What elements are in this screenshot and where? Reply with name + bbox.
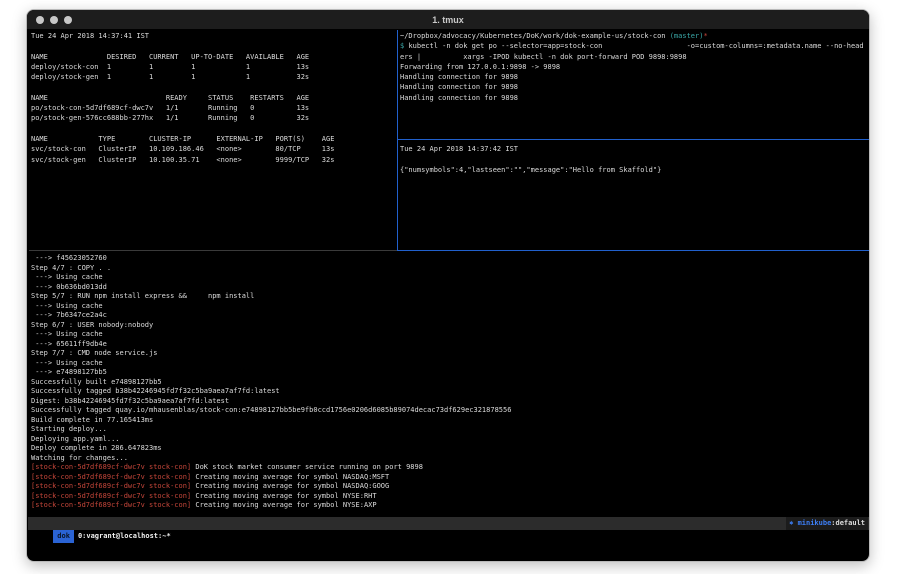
terminal-line: po/stock-gen-576cc688bb-277hx 1/1 Runnin… (31, 113, 395, 123)
terminal-line: [stock-con-5d7df689cf-dwc7v stock-con] D… (31, 463, 869, 473)
terminal-line: Build complete in 77.165413ms (31, 416, 869, 426)
terminal-line: [stock-con-5d7df689cf-dwc7v stock-con] C… (31, 482, 869, 492)
terminal-line (31, 41, 395, 51)
window-titlebar[interactable]: 1. tmux (27, 10, 869, 30)
terminal-line: Watching for changes... (31, 454, 869, 464)
terminal-line: Successfully built e74898127bb5 (31, 378, 869, 388)
cluster-name: minikube (798, 519, 832, 527)
terminal-line: svc/stock-gen ClusterIP 10.100.35.71 <no… (31, 155, 395, 165)
terminal-line: Handling connection for 9898 (400, 72, 869, 82)
terminal-line: Tue 24 Apr 2018 14:37:42 IST (400, 144, 869, 154)
terminal-line: po/stock-con-5d7df689cf-dwc7v 1/1 Runnin… (31, 103, 395, 113)
terminal-line: ~/Dropbox/advocacy/Kubernetes/DoK/work/d… (400, 31, 869, 41)
terminal-line: deploy/stock-gen 1 1 1 1 32s (31, 72, 395, 82)
terminal-line (31, 82, 395, 92)
pane-kubectl-watch[interactable]: Tue 24 Apr 2018 14:37:41 IST NAME DESIRE… (31, 31, 395, 249)
pane-skaffold-build-log[interactable]: ---> f45623052760Step 4/7 : COPY . . ---… (31, 254, 869, 516)
terminal-line: ---> Using cache (31, 302, 869, 312)
terminal-line: ers | xargs -IPOD kubectl -n dok port-fo… (400, 52, 869, 62)
terminal-line: Step 6/7 : USER nobody:nobody (31, 321, 869, 331)
tmux-window-item[interactable]: 0:vagrant@localhost:~* (78, 532, 171, 540)
terminal-line: ---> 0b636bd013dd (31, 283, 869, 293)
terminal-line: Starting deploy... (31, 425, 869, 435)
tmux-status-right: ⎈ minikube:default (786, 517, 868, 530)
terminal-line: [stock-con-5d7df689cf-dwc7v stock-con] C… (31, 492, 869, 502)
pane-divider-horizontal-main-left[interactable] (29, 250, 397, 251)
terminal-line: svc/stock-con ClusterIP 10.109.186.46 <n… (31, 144, 395, 154)
terminal-line: [stock-con-5d7df689cf-dwc7v stock-con] C… (31, 501, 869, 511)
tmux-session-badge[interactable]: dok (53, 530, 74, 543)
terminal-line: Deploy complete in 286.647823ms (31, 444, 869, 454)
terminal-line: ---> Using cache (31, 273, 869, 283)
pane-divider-horizontal-main-right[interactable] (397, 250, 870, 251)
terminal-line: Tue 24 Apr 2018 14:37:41 IST (31, 31, 395, 41)
terminal-line (400, 154, 869, 164)
terminal-line: Successfully tagged b38b42246945fd7f32c5… (31, 387, 869, 397)
desktop-background: 1. tmux Tue 24 Apr 2018 14:37:41 IST NAM… (0, 0, 900, 574)
terminal-line: Digest: b38b42246945fd7f32c5ba9aea7af7fd… (31, 397, 869, 407)
pane-service-output[interactable]: Tue 24 Apr 2018 14:37:42 IST {"numsymbol… (400, 144, 869, 248)
terminal-line: Step 7/7 : CMD node service.js (31, 349, 869, 359)
pane-divider-horizontal-right[interactable] (398, 139, 870, 140)
terminal-line: ---> e74898127bb5 (31, 368, 869, 378)
terminal-line: Successfully tagged quay.io/mhausenblas/… (31, 406, 869, 416)
terminal-line: [stock-con-5d7df689cf-dwc7v stock-con] C… (31, 473, 869, 483)
tmux-status-bar: dok0:vagrant@localhost:~* ⎈ minikube:def… (28, 517, 870, 530)
terminal-line: NAME DESIRED CURRENT UP-TO-DATE AVAILABL… (31, 52, 395, 62)
terminal-line: deploy/stock-con 1 1 1 1 13s (31, 62, 395, 72)
context-name: :default (831, 519, 865, 527)
terminal-window: 1. tmux Tue 24 Apr 2018 14:37:41 IST NAM… (26, 9, 870, 562)
kubernetes-helm-icon: ⎈ (789, 519, 797, 527)
terminal-line: Handling connection for 9898 (400, 93, 869, 103)
terminal-line: NAME TYPE CLUSTER-IP EXTERNAL-IP PORT(S)… (31, 134, 395, 144)
terminal-line (31, 124, 395, 134)
terminal-line: {"numsymbols":4,"lastseen":"","message":… (400, 165, 869, 175)
terminal-line: Handling connection for 9898 (400, 82, 869, 92)
terminal-line: Deploying app.yaml... (31, 435, 869, 445)
pane-port-forward[interactable]: ~/Dropbox/advocacy/Kubernetes/DoK/work/d… (400, 31, 869, 137)
window-title: 1. tmux (27, 10, 869, 30)
terminal-line: ---> Using cache (31, 330, 869, 340)
pane-divider-vertical[interactable] (397, 30, 398, 251)
terminal-line: ---> Using cache (31, 359, 869, 369)
terminal-line: ---> 7b6347ce2a4c (31, 311, 869, 321)
terminal-line: ---> f45623052760 (31, 254, 869, 264)
terminal-line: NAME READY STATUS RESTARTS AGE (31, 93, 395, 103)
terminal-line: $ kubectl -n dok get po --selector=app=s… (400, 41, 869, 51)
terminal-line: Forwarding from 127.0.0.1:9898 -> 9898 (400, 62, 869, 72)
terminal-line: Step 4/7 : COPY . . (31, 264, 869, 274)
terminal-line: ---> 65611ff9db4e (31, 340, 869, 350)
terminal-line: Step 5/7 : RUN npm install express && np… (31, 292, 869, 302)
